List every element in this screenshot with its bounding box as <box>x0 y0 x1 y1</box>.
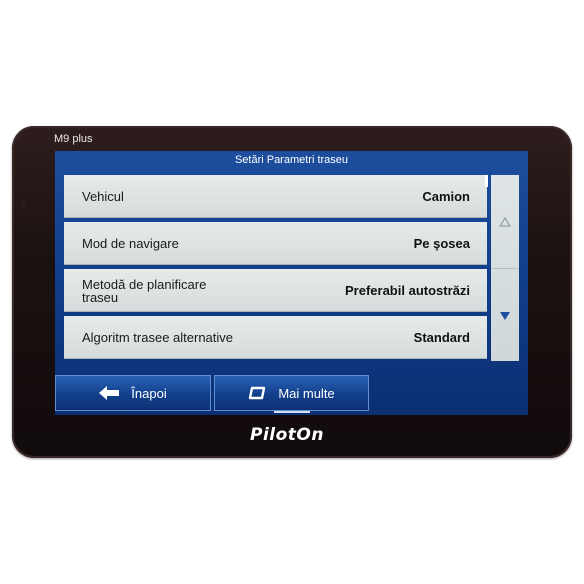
scroll-thumb[interactable] <box>485 175 488 187</box>
navigation-screen: Setări Parametri traseu Vehicul Camion M… <box>55 151 528 415</box>
setting-row-planning-method[interactable]: Metodă de planificare traseu Preferabil … <box>64 269 487 312</box>
bottom-bar: Înapoi Mai multe <box>55 375 528 415</box>
more-button-label: Mai multe <box>278 385 335 401</box>
more-button[interactable]: Mai multe <box>214 375 369 411</box>
scrollbar[interactable] <box>491 175 519 361</box>
setting-row-vehicle[interactable]: Vehicul Camion <box>64 175 487 218</box>
scroll-down-button[interactable] <box>491 268 519 362</box>
setting-label: Vehicul <box>82 189 124 204</box>
brand-logo: PilotOn <box>250 425 324 445</box>
home-indicator <box>274 411 310 413</box>
setting-value: Preferabil autostrăzi <box>345 283 470 298</box>
arrow-left-icon <box>99 386 120 400</box>
back-button-label: Înapoi <box>131 385 167 401</box>
screen-title: Setări Parametri traseu <box>234 154 349 166</box>
light-sensor <box>22 200 25 210</box>
setting-label: Metodă de planificare traseu <box>82 276 207 305</box>
setting-value: Camion <box>422 189 470 204</box>
setting-value: Pe şosea <box>413 236 470 251</box>
settings-list: Vehicul Camion Mod de navigare Pe şosea … <box>64 175 487 361</box>
scroll-up-button[interactable] <box>491 175 519 268</box>
setting-value: Standard <box>413 330 470 345</box>
back-button[interactable]: Înapoi <box>55 375 211 411</box>
triangle-down-icon <box>500 311 510 320</box>
model-label: M9 plus <box>54 133 93 145</box>
setting-label: Algoritm trasee alternative <box>82 330 234 345</box>
setting-label: Mod de navigare <box>82 236 179 251</box>
setting-row-alternative-routes[interactable]: Algoritm trasee alternative Standard <box>64 316 487 359</box>
setting-row-navigation-mode[interactable]: Mod de navigare Pe şosea <box>64 222 487 265</box>
rounded-square-icon <box>249 386 266 400</box>
triangle-up-icon <box>499 216 511 227</box>
